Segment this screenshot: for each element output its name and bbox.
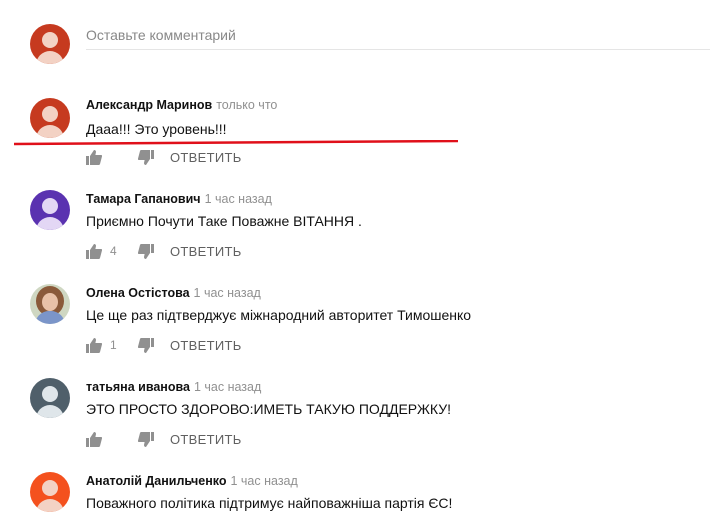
comment-time[interactable]: 1 час назад [194, 380, 261, 394]
comment-meta: Тамара Гапанович 1 час назад [86, 191, 272, 207]
comment-author[interactable]: Тамара Гапанович [86, 192, 201, 206]
thumb-down-icon[interactable] [138, 149, 154, 165]
comment-text: ЭТО ПРОСТО ЗДОРОВО:ИМЕТЬ ТАКУЮ ПОДДЕРЖКУ… [86, 401, 451, 417]
comment-text: Дааа!!! Это уровень!!! [86, 121, 227, 137]
comment-actions: ОТВЕТИТЬ [86, 430, 242, 448]
comment-meta: Анатолій Данильченко 1 час назад [86, 473, 298, 489]
reply-button[interactable]: ОТВЕТИТЬ [170, 338, 242, 353]
add-comment-input[interactable]: Оставьте комментарий [86, 27, 710, 50]
comment-author[interactable]: татьяна иванова [86, 380, 190, 394]
comment-author[interactable]: Олена Остістова [86, 286, 190, 300]
reply-button[interactable]: ОТВЕТИТЬ [170, 244, 242, 259]
comment-author[interactable]: Анатолій Данильченко [86, 474, 227, 488]
comment-time[interactable]: 1 час назад [231, 474, 298, 488]
avatar[interactable] [30, 190, 70, 230]
red-underline-annotation [14, 140, 458, 146]
comment-time[interactable]: только что [216, 98, 277, 112]
comment-actions: 4 ОТВЕТИТЬ [86, 242, 242, 260]
avatar[interactable] [30, 472, 70, 512]
thumb-down-icon[interactable] [138, 337, 154, 353]
comment-time[interactable]: 1 час назад [205, 192, 272, 206]
thumb-up-icon[interactable] [86, 149, 102, 165]
comment-author[interactable]: Александр Маринов [86, 98, 212, 112]
reply-button[interactable]: ОТВЕТИТЬ [170, 150, 242, 165]
comment-text: Це ще раз підтверджує міжнародний автори… [86, 307, 472, 323]
comment-meta: Олена Остістова 1 час назад [86, 285, 261, 301]
comment-text: Поважного політика підтримує найповажніш… [86, 495, 453, 511]
thumb-up-icon[interactable] [86, 431, 102, 447]
reply-button[interactable]: ОТВЕТИТЬ [170, 432, 242, 447]
thumb-up-icon[interactable] [86, 243, 102, 259]
comment-time[interactable]: 1 час назад [194, 286, 261, 300]
avatar[interactable] [30, 284, 70, 324]
comment-actions: 1 ОТВЕТИТЬ [86, 336, 242, 354]
like-count: 4 [110, 244, 117, 258]
like-count: 1 [110, 338, 117, 352]
thumb-down-icon[interactable] [138, 243, 154, 259]
thumb-down-icon[interactable] [138, 431, 154, 447]
thumb-up-icon[interactable] [86, 337, 102, 353]
comment-text: Приємно Почути Таке Поважне ВІТАННЯ . [86, 213, 362, 229]
current-user-avatar [30, 24, 70, 64]
comment-meta: татьяна иванова 1 час назад [86, 379, 261, 395]
avatar[interactable] [30, 378, 70, 418]
avatar[interactable] [30, 98, 70, 138]
comment-actions: ОТВЕТИТЬ [86, 148, 242, 166]
comment-meta: Александр Маринов только что [86, 97, 277, 113]
